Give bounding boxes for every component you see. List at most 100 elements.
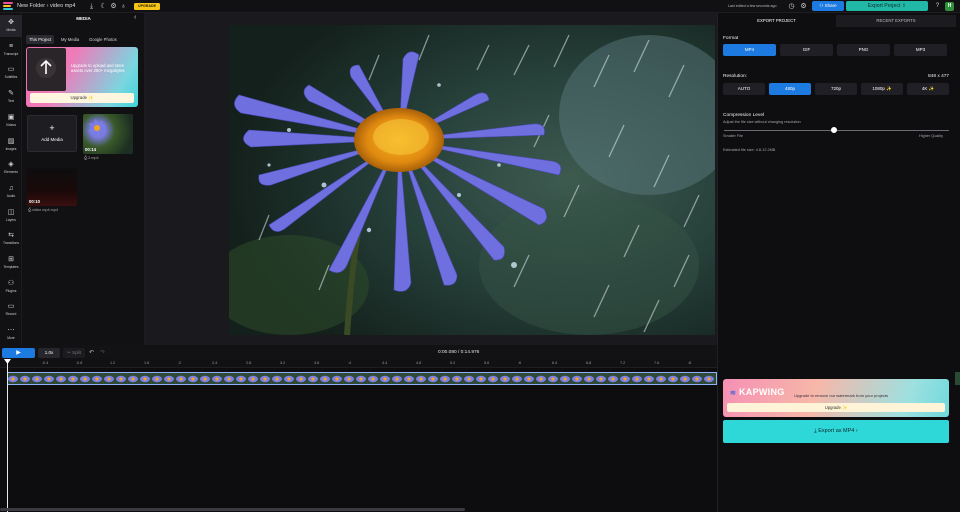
- nav-item-label: Text: [7, 99, 15, 104]
- filmstrip-frame: [44, 373, 56, 384]
- ruler-tick: 6.8: [586, 361, 592, 365]
- speed-select[interactable]: 1.0x: [38, 348, 60, 358]
- video-preview[interactable]: [229, 25, 715, 335]
- timeline-scrollbar[interactable]: [0, 508, 465, 511]
- nav-item-images[interactable]: ▨ Images: [0, 134, 22, 156]
- nav-item-audio[interactable]: ♫ Audio: [0, 181, 22, 203]
- filmstrip-frame: [164, 373, 176, 384]
- nav-item-templates[interactable]: ⊞ Templates: [0, 252, 22, 274]
- resolution-720p-button[interactable]: 720p: [815, 83, 857, 95]
- images-icon: ▨: [7, 137, 15, 145]
- kapwing-logo-icon[interactable]: [3, 2, 13, 10]
- export-as-mp4-label: Export as MP4 ›: [818, 428, 858, 434]
- compression-description: Adjust the file size without changing re…: [723, 120, 801, 124]
- split-button[interactable]: ✂ Split: [63, 348, 85, 358]
- filmstrip-frame: [716, 373, 717, 385]
- filmstrip-frame: [8, 373, 20, 384]
- project-breadcrumb[interactable]: New Folder › video mp4: [17, 3, 75, 9]
- redo-icon[interactable]: ↷: [100, 348, 105, 358]
- plus-icon: +: [49, 123, 55, 133]
- timer-icon[interactable]: ◷: [787, 2, 796, 11]
- tab-my-media[interactable]: My Media: [58, 35, 82, 44]
- filmstrip-frame: [308, 373, 320, 384]
- upload-arrow-icon: [36, 58, 56, 78]
- upgrade-storage-button[interactable]: Upgrade ✨: [30, 93, 134, 103]
- nav-item-record[interactable]: ▭ Record: [0, 299, 22, 321]
- tab-this-project[interactable]: This Project: [26, 35, 55, 44]
- gear-icon[interactable]: ⚙: [109, 2, 118, 11]
- play-button[interactable]: ▶: [2, 348, 35, 358]
- format-gif-button[interactable]: GIF: [780, 44, 833, 56]
- nav-item-label: Subtitles: [4, 75, 18, 80]
- settings-icon[interactable]: ⚙: [799, 2, 808, 11]
- nav-item-label: Templates: [3, 265, 19, 269]
- export-as-mp4-button[interactable]: ⤓ Export as MP4 ›: [723, 420, 949, 443]
- moon-icon[interactable]: ☾: [99, 2, 108, 11]
- format-mp3-button[interactable]: MP3: [894, 44, 947, 56]
- filmstrip-frame: [380, 373, 392, 384]
- resolution-value: 848 x 477: [928, 74, 950, 79]
- nav-item-layers[interactable]: ◫ Layers: [0, 205, 22, 227]
- filmstrip-frame: [512, 373, 524, 384]
- undo-icon[interactable]: ↶: [89, 348, 94, 358]
- tab-export-project[interactable]: EXPORT PROJECT: [718, 15, 835, 27]
- nav-item-transitions[interactable]: ⇆ Transitions: [0, 228, 22, 250]
- filmstrip-frame: [608, 373, 620, 384]
- nav-item-subtitles[interactable]: ▭ Subtitles: [0, 62, 22, 84]
- filmstrip-frame: [692, 373, 704, 384]
- templates-icon: ⊞: [8, 256, 14, 263]
- resolution-4k-button[interactable]: 4K ✨: [907, 83, 949, 95]
- format-png-button[interactable]: PNG: [837, 44, 890, 56]
- nav-item-plugins[interactable]: ⚇ Plugins: [0, 276, 22, 298]
- filmstrip-thumbnails: [8, 373, 717, 385]
- project-name[interactable]: video mp4: [50, 3, 75, 9]
- watermark-upgrade-button[interactable]: Upgrade ✨: [727, 403, 945, 412]
- ruler-tick: :0.4: [42, 361, 49, 365]
- resolution-1080p-button[interactable]: 1080p ✨: [861, 83, 903, 95]
- resolution-480p-button[interactable]: 480p: [769, 83, 811, 95]
- filmstrip-frame: [596, 373, 608, 384]
- nav-item-more[interactable]: ⋯ More: [0, 323, 22, 345]
- nav-item-text[interactable]: ✎ Text: [0, 86, 22, 108]
- share-button[interactable]: ⚇ Share: [812, 1, 844, 11]
- nav-item-label: Audio: [6, 193, 16, 198]
- tab-recent-exports[interactable]: RECENT EXPORTS: [836, 15, 956, 27]
- filmstrip-frame: [260, 373, 272, 384]
- format-mp4-button[interactable]: MP4: [723, 44, 776, 56]
- subtitles-icon: ▭: [7, 66, 15, 74]
- ruler-tick: 1.6: [144, 361, 150, 365]
- nav-item-elements[interactable]: ◈ Elements: [0, 157, 22, 179]
- filmstrip-frame: [452, 373, 464, 384]
- nav-item-videos[interactable]: ▣ Videos: [0, 110, 22, 132]
- timeline-ruler[interactable]: [0, 359, 717, 368]
- ruler-tick: 7.6: [654, 361, 660, 365]
- playhead[interactable]: [7, 359, 8, 512]
- audio-icon: ♫: [8, 184, 14, 192]
- add-media-button[interactable]: + Add Media: [27, 115, 77, 152]
- filmstrip-frame: [188, 373, 200, 384]
- export-project-button[interactable]: Export Project ⇪: [846, 1, 928, 11]
- filmstrip-frame: [116, 373, 128, 384]
- filmstrip-frame: [620, 373, 632, 384]
- filmstrip-frame: [320, 373, 332, 384]
- download-icon[interactable]: ⤓: [87, 2, 96, 11]
- nav-item-label: Record: [5, 312, 17, 317]
- filmstrip-frame: [392, 373, 404, 384]
- export-project-label: Export Project: [867, 3, 901, 9]
- tab-google-photos[interactable]: Google Photos: [86, 35, 120, 44]
- nav-item-transcript[interactable]: ≡ Transcript: [0, 39, 22, 61]
- lightbulb-icon[interactable]: ♁: [119, 2, 128, 11]
- upgrade-badge[interactable]: UPGRADE: [134, 3, 160, 10]
- media-title: MEDIA: [76, 16, 91, 21]
- video-track-clip-end[interactable]: [955, 372, 960, 385]
- help-icon[interactable]: ?: [933, 2, 942, 11]
- avatar[interactable]: H: [945, 2, 954, 11]
- collapse-panel-icon[interactable]: ‹: [134, 14, 136, 21]
- filmstrip-frame: [140, 373, 152, 384]
- folder-name[interactable]: New Folder: [17, 3, 45, 9]
- nav-item-media[interactable]: ✥ Media: [0, 15, 22, 37]
- nav-item-label: Media: [6, 28, 16, 32]
- resolution-auto-button[interactable]: AUTO: [723, 83, 765, 95]
- video-track-clip[interactable]: [7, 372, 717, 385]
- videos-icon: ▣: [7, 113, 15, 121]
